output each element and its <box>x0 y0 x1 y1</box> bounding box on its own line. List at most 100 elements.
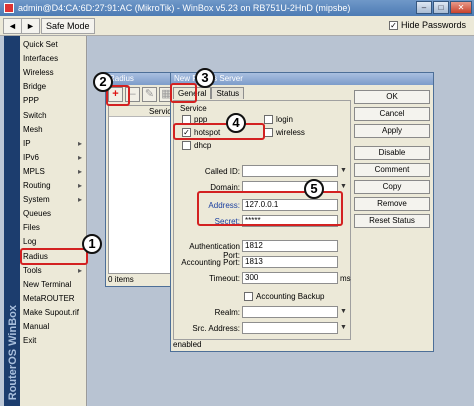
copy-button[interactable]: Copy <box>354 180 430 194</box>
service-group-label: Service <box>180 104 207 113</box>
menu-item-ipv6[interactable]: IPv6 ▸ <box>20 151 87 164</box>
forward-button[interactable]: ► <box>21 18 40 34</box>
menu-item-label: PPP <box>23 96 40 106</box>
menu-item-exit[interactable]: Exit <box>20 334 87 347</box>
highlight-general-tab <box>170 83 197 103</box>
status-text: enabled <box>173 340 202 349</box>
safe-mode-button[interactable]: Safe Mode <box>41 18 95 34</box>
menu-item-label: Bridge <box>23 82 47 92</box>
service-wireless[interactable]: wireless <box>264 128 305 137</box>
comment-button[interactable]: Comment <box>354 163 430 177</box>
src-address-label: Src. Address: <box>192 324 240 333</box>
menu-item-switch[interactable]: Switch <box>20 109 87 122</box>
menu-item-new-terminal[interactable]: New Terminal <box>20 278 87 291</box>
menu-item-label: Wireless <box>23 68 54 78</box>
menu-item-label: Mesh <box>23 124 43 134</box>
submenu-arrow-icon: ▸ <box>77 138 82 148</box>
timeout-label: Timeout: <box>209 274 240 283</box>
highlight-address-secret <box>197 191 343 226</box>
menu-item-label: Interfaces <box>23 54 59 64</box>
submenu-arrow-icon: ▸ <box>77 195 82 205</box>
menu-item-interfaces[interactable]: Interfaces <box>20 52 87 65</box>
close-button[interactable]: ✕ <box>450 1 472 14</box>
menu-item-queues[interactable]: Queues <box>20 207 87 220</box>
menu-item-label: IPv6 <box>23 152 40 162</box>
menu-item-log[interactable]: Log <box>20 235 87 248</box>
hide-passwords-toggle[interactable]: ✓ Hide Passwords <box>388 20 466 30</box>
menu-item-ip[interactable]: IP ▸ <box>20 137 87 150</box>
toolbar: ◄ ► Safe Mode ✓ Hide Passwords <box>0 16 474 36</box>
ok-button[interactable]: OK <box>354 90 430 104</box>
acct-port-label: Accounting Port: <box>181 258 240 267</box>
menu-item-label: MPLS <box>23 166 45 176</box>
menu-item-manual[interactable]: Manual <box>20 320 87 333</box>
login-checkbox[interactable] <box>264 115 273 124</box>
apply-button[interactable]: Apply <box>354 124 430 138</box>
realm-input[interactable] <box>242 306 338 318</box>
menu-item-label: Files <box>23 223 40 233</box>
service-dhcp[interactable]: dhcp <box>182 141 211 150</box>
login-label: login <box>276 115 293 124</box>
wireless-checkbox[interactable] <box>264 128 273 137</box>
brand-label: RouterOS WinBox <box>7 304 19 400</box>
menu-item-tools[interactable]: Tools ▸ <box>20 264 87 277</box>
remove-button[interactable]: Remove <box>354 197 430 211</box>
accounting-backup-checkbox[interactable] <box>244 292 253 301</box>
menu-item-files[interactable]: Files <box>20 221 87 234</box>
menu-item-quick-set[interactable]: Quick Set <box>20 38 87 51</box>
called-id-dropdown-icon[interactable]: ▼ <box>339 165 348 177</box>
reset-status-button[interactable]: Reset Status <box>354 214 430 228</box>
menu-item-system[interactable]: System ▸ <box>20 193 87 206</box>
back-button[interactable]: ◄ <box>3 18 22 34</box>
menu-item-label: System <box>23 195 50 205</box>
window-title: admin@D4:CA:6D:27:91:AC (MikroTik) - Win… <box>18 3 351 13</box>
callout-4: 4 <box>226 113 246 133</box>
highlight-hotspot <box>173 123 265 140</box>
menu-item-label: New Terminal <box>23 279 72 289</box>
menu-item-bridge[interactable]: Bridge <box>20 80 87 93</box>
edit-icon[interactable]: ✎ <box>142 87 157 102</box>
acct-port-input[interactable]: 1813 <box>242 256 338 268</box>
called-id-input[interactable] <box>242 165 338 177</box>
menu-item-label: Queues <box>23 209 52 219</box>
timeout-unit: ms <box>340 274 351 283</box>
src-address-input[interactable] <box>242 322 338 334</box>
auth-port-input[interactable]: 1812 <box>242 240 338 252</box>
submenu-arrow-icon: ▸ <box>77 181 82 190</box>
menu-item-ppp[interactable]: PPP <box>20 94 87 107</box>
submenu-arrow-icon: ▸ <box>77 166 82 176</box>
menu-item-label: Tools <box>23 265 42 275</box>
wireless-label: wireless <box>276 128 305 137</box>
timeout-input[interactable]: 300 <box>242 272 338 284</box>
menu-item-wireless[interactable]: Wireless <box>20 66 87 79</box>
disable-button[interactable]: Disable <box>354 146 430 160</box>
menu-item-make-supout-rif[interactable]: Make Supout.rif <box>20 306 87 319</box>
callout-5: 5 <box>304 179 324 199</box>
realm-dropdown-icon[interactable]: ▼ <box>339 306 348 318</box>
cancel-button[interactable]: Cancel <box>354 107 430 121</box>
callout-3: 3 <box>195 68 215 88</box>
title-bar: admin@D4:CA:6D:27:91:AC (MikroTik) - Win… <box>0 0 474 16</box>
src-address-dropdown-icon[interactable]: ▼ <box>339 322 348 334</box>
menu-item-mpls[interactable]: MPLS ▸ <box>20 165 87 178</box>
service-login[interactable]: login <box>264 115 293 124</box>
tab-status[interactable]: Status <box>211 87 245 99</box>
menu-item-label: Make Supout.rif <box>23 307 80 317</box>
minimize-button[interactable]: – <box>416 1 432 14</box>
menu-item-routing[interactable]: Routing ▸ <box>20 179 87 192</box>
brand-strip: RouterOS WinBox <box>4 36 20 406</box>
menu-item-label: Switch <box>23 110 47 120</box>
menu-item-label: Manual <box>23 322 50 331</box>
menu-item-label: IP <box>23 138 31 148</box>
menu-item-metarouter[interactable]: MetaROUTER <box>20 292 87 305</box>
menu-item-mesh[interactable]: Mesh <box>20 123 87 136</box>
menu-item-label: Exit <box>23 336 37 346</box>
maximize-button[interactable]: □ <box>433 1 449 14</box>
item-count: 0 items <box>108 275 134 284</box>
callout-2: 2 <box>93 72 113 92</box>
hide-passwords-checkbox[interactable]: ✓ <box>388 20 398 30</box>
callout-1: 1 <box>82 234 102 254</box>
accounting-backup-toggle[interactable]: Accounting Backup <box>244 292 325 301</box>
winbox-app-icon <box>4 3 14 13</box>
dhcp-checkbox[interactable] <box>182 141 191 150</box>
